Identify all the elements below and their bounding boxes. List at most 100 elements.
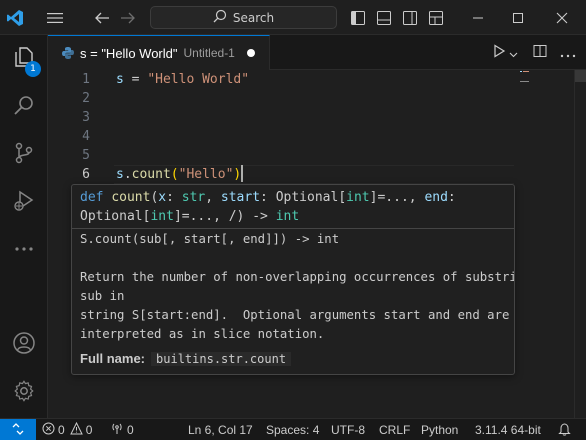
hover-tooltip: def count(x: str, start: Optional[int]=.… [71,184,515,375]
account-icon [12,331,36,359]
remote-indicator[interactable] [0,419,36,440]
type-int: int [150,209,174,224]
toggle-primary-sidebar-icon[interactable] [346,0,370,35]
type-str: str [181,190,206,205]
encoding[interactable]: UTF-8 [331,419,365,440]
broadcast-icon [110,422,124,438]
string-literal: "Hello" [178,167,234,182]
end-of-line[interactable]: CRLF [379,419,410,440]
activity-search[interactable] [0,83,48,131]
type-optional: Optional [275,190,339,205]
full-name-value: builtins.str.count [151,351,292,366]
split-editor-icon [533,43,547,62]
notifications-button[interactable] [558,419,571,440]
python-interpreter[interactable]: 3.11.4 64-bit [475,419,541,440]
open-paren: ( [170,167,179,182]
code-line-2[interactable]: 2 [48,89,518,108]
explorer-badge: 1 [25,61,41,77]
customize-layout-icon[interactable] [424,0,448,35]
source-control-icon [12,141,36,169]
code-line-3[interactable]: 3 [48,108,518,127]
command-center-search[interactable]: Search [150,6,337,29]
ports-count: 0 [127,423,134,437]
activity-explorer[interactable]: 1 [0,35,48,83]
code-line-1[interactable]: 1 s = "Hello World" [48,70,518,89]
bell-icon [558,422,571,439]
editor-tab-bar: s = "Hello World" Untitled-1 [48,35,586,70]
type-optional: Optional [80,209,143,224]
dot-operator: . [123,167,132,182]
play-icon [492,43,506,62]
status-bar: 0 0 0 Ln 6, Col 17 Spaces: 4 UTF-8 CRLF … [0,418,586,440]
text-cursor [241,165,244,182]
code-line-6[interactable]: 6 s.count("Hello") [48,165,518,184]
hamburger-menu-icon[interactable] [42,0,68,35]
problems-indicator[interactable]: 0 0 [42,419,92,440]
warning-count: 0 [85,423,93,437]
indentation[interactable]: Spaces: 4 [266,419,319,440]
search-icon [12,93,36,121]
function-signature: def count(x: str, start: Optional[int]=.… [72,185,514,229]
tab-title: s = "Hello World" [80,45,178,61]
arrow-left-icon[interactable] [90,0,114,35]
toggle-panel-icon[interactable] [372,0,396,35]
line-number: 2 [82,91,90,106]
warning-icon [69,421,83,438]
activity-source-control[interactable] [0,131,48,179]
maximize-icon[interactable] [498,0,538,35]
variable-s: s [116,72,124,87]
return-type: int [275,209,300,224]
close-icon[interactable] [540,0,584,35]
ellipsis-icon [12,237,36,265]
ports-indicator[interactable]: 0 [110,419,134,440]
split-editor-button[interactable] [528,35,552,70]
editor-tab[interactable]: s = "Hello World" Untitled-1 [48,35,270,70]
python-file-icon [60,45,76,61]
code-line-4[interactable]: 4 [48,127,518,146]
more-actions-button[interactable] [556,35,580,70]
gear-icon [12,379,36,407]
line-number: 3 [82,110,90,125]
vscode-logo-icon [0,0,30,35]
doc-line: sub in [80,289,125,303]
assign-operator: = [123,72,148,87]
arrow-right-icon[interactable] [116,0,140,35]
code-line-5[interactable]: 5 [48,146,518,165]
full-name-row: Full name: builtins.str.count [80,349,292,368]
chevron-down-icon[interactable] [509,43,518,62]
close-paren: ) [233,167,242,182]
full-name-label: Full name: [80,351,146,366]
doc-line: string S[start:end]. Optional arguments … [80,308,510,322]
line-number: 5 [82,148,90,163]
activity-run-debug[interactable] [0,179,48,227]
doc-line [80,249,506,268]
scrollbar-thumb[interactable] [575,70,586,82]
unsaved-dot-icon[interactable] [246,49,255,57]
cursor-position[interactable]: Ln 6, Col 17 [188,419,253,440]
activity-accounts[interactable] [0,321,48,369]
type-int: int [346,190,370,205]
minimap[interactable] [518,70,532,418]
vertical-scrollbar[interactable] [574,70,586,418]
line-number: 4 [82,129,90,144]
toggle-secondary-sidebar-icon[interactable] [398,0,422,35]
language-mode[interactable]: Python [421,419,458,440]
activity-bar: 1 [0,35,48,418]
run-python-file-button[interactable] [488,35,522,70]
remote-icon [11,422,25,439]
search-label: Search [232,10,275,25]
doc-line: Return the number of non-overlapping occ… [80,270,515,284]
error-icon [42,422,55,438]
def-keyword: def [80,190,104,205]
search-icon [213,9,227,26]
doc-line: S.count(sub[, start[, end]]) -> int [80,232,340,246]
line-number: 1 [82,72,90,87]
param-x: x [158,190,167,205]
signature-fn-name: count [111,190,151,205]
variable-s: s [116,167,124,182]
activity-manage[interactable] [0,369,48,417]
activity-more[interactable] [0,227,48,275]
string-literal: "Hello World" [147,72,250,87]
minimize-icon[interactable] [458,0,498,35]
error-count: 0 [58,423,65,437]
